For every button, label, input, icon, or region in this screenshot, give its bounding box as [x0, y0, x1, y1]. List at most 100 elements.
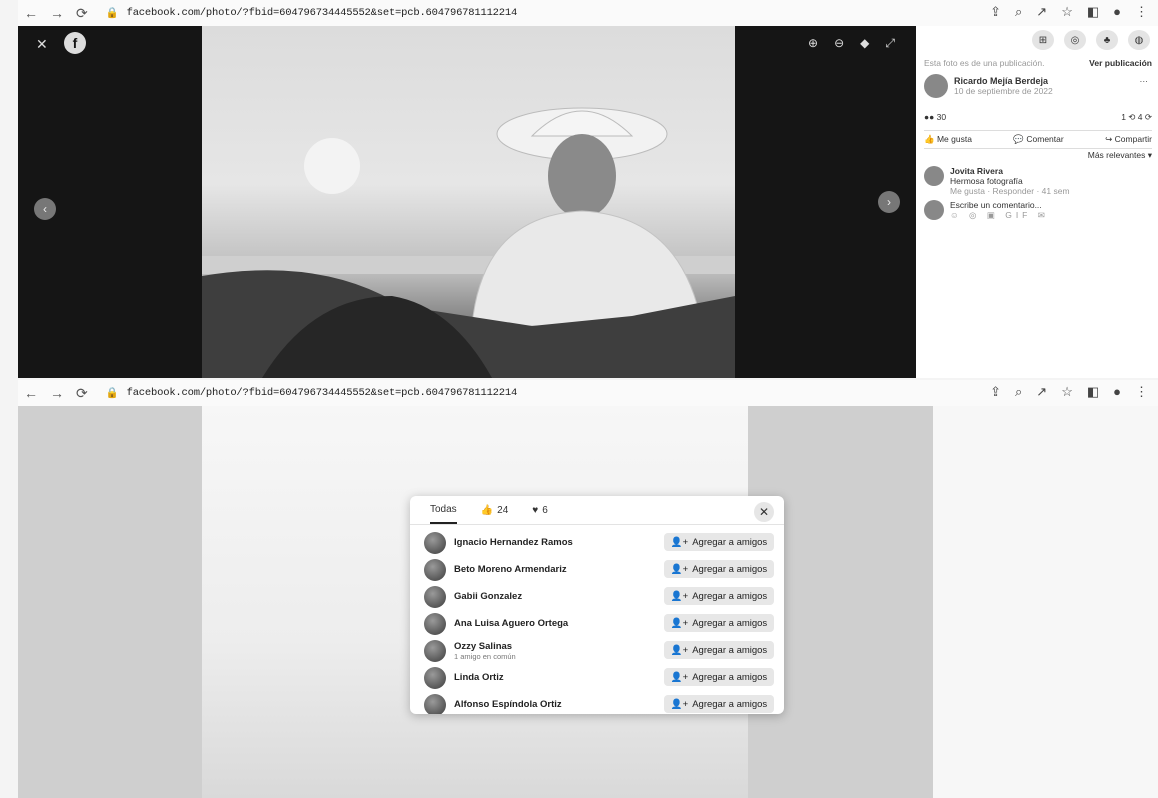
post-photo [202, 26, 735, 378]
share-page-icon[interactable]: ↗ [1036, 384, 1047, 400]
previous-photo-button[interactable]: ‹ [34, 198, 56, 220]
person-name[interactable]: Alfonso Espíndola Ortiz [454, 699, 562, 710]
add-friend-button[interactable]: 👤+ Agregar a amigos [664, 695, 774, 713]
thumbs-up-icon: 👍 [924, 134, 935, 144]
add-friend-label: Agregar a amigos [692, 536, 768, 548]
list-item[interactable]: Ana Luisa Aguero Ortega 👤+ Agregar a amig… [410, 610, 784, 637]
add-friend-label: Agregar a amigos [692, 644, 768, 656]
back-arrow-icon[interactable]: ← [24, 5, 38, 22]
reactions-tabs: Todas 👍 24 ♥ 6 [410, 496, 784, 525]
zoom-in-icon[interactable]: ⊕ [808, 36, 818, 51]
comment-actions[interactable]: Me gusta · Responder · 41 sem [950, 186, 1070, 196]
messenger-icon[interactable]: ◎ [1064, 30, 1086, 50]
person-name[interactable]: Gabii Gonzalez [454, 591, 522, 602]
add-friend-label: Agregar a amigos [692, 698, 768, 710]
author-avatar[interactable] [924, 74, 948, 98]
share-button[interactable]: ↪ Compartir [1105, 134, 1152, 145]
write-comment-input[interactable]: Escribe un comentario... [950, 200, 1120, 210]
share-page-icon[interactable]: ↗ [1036, 4, 1047, 20]
profile-icon[interactable]: ● [1113, 4, 1121, 20]
commenter-avatar[interactable] [924, 166, 944, 186]
person-name[interactable]: Beto Moreno Armendariz [454, 564, 567, 575]
add-friend-button[interactable]: 👤+ Agregar a amigos [664, 560, 774, 578]
menu-kebab-icon[interactable]: ⋮ [1135, 384, 1148, 400]
forward-arrow-icon[interactable]: → [50, 5, 64, 22]
person-name[interactable]: Ozzy Salinas [454, 641, 512, 652]
comment-button[interactable]: 💬 Comentar [1013, 134, 1063, 145]
facebook-logo-icon[interactable]: f [64, 32, 86, 54]
sidebar-icon[interactable]: ◧ [1087, 4, 1099, 20]
add-friend-label: Agregar a amigos [692, 590, 768, 602]
comment-input-icons[interactable]: ☺ ◎ ▣ GIF ✉ [950, 210, 1120, 221]
forward-arrow-icon[interactable]: → [50, 385, 64, 402]
reactions-summary[interactable]: ●● 30 [924, 112, 946, 123]
avatar[interactable] [424, 639, 446, 662]
list-item[interactable]: Alfonso Espíndola Ortiz 👤+ Agregar a amig… [410, 691, 784, 714]
post-notice-text: Esta foto es de una publicación. [924, 58, 1045, 68]
menu-grid-icon[interactable]: ⊞ [1032, 30, 1054, 50]
reaction-icons: ●● [924, 112, 935, 122]
like-reaction-icon: 👍 [480, 504, 494, 516]
post-date[interactable]: 10 de septiembre de 2022 [954, 86, 1053, 96]
add-friend-button[interactable]: 👤+ Agregar a amigos [664, 533, 774, 551]
list-item[interactable]: Ignacio Hernandez Ramos 👤+ Agregar a amig… [410, 529, 784, 556]
tab-all[interactable]: Todas [430, 496, 457, 524]
comment-text: Hermosa fotografía [950, 176, 1023, 186]
commenter-name[interactable]: Jovita Rivera [950, 166, 1070, 176]
zoom-out-icon[interactable]: ⊖ [834, 36, 844, 51]
address-bar-2[interactable]: facebook.com/photo/?fbid=604796734445552… [127, 387, 518, 399]
reload-icon[interactable]: ⟳ [76, 5, 88, 22]
like-label: Me gusta [936, 134, 972, 144]
like-button[interactable]: 👍 Me gusta [924, 134, 972, 145]
love-count: 6 [542, 504, 548, 516]
post-options-icon[interactable]: ··· [1140, 76, 1149, 86]
close-dialog-button[interactable]: ✕ [754, 502, 774, 522]
reload-icon[interactable]: ⟳ [76, 385, 88, 402]
person-name[interactable]: Linda Ortiz [454, 672, 504, 683]
tab-like[interactable]: 👍 24 [481, 496, 509, 524]
dimmed-viewer-left [18, 406, 202, 798]
comments-shares-count[interactable]: 1 ⟲ 4 ⟳ [1121, 112, 1152, 123]
bookmark-star-icon[interactable]: ☆ [1061, 4, 1073, 20]
profile-icon[interactable]: ● [1113, 384, 1121, 400]
sidebar-icon[interactable]: ◧ [1087, 384, 1099, 400]
menu-kebab-icon[interactable]: ⋮ [1135, 4, 1148, 20]
sort-comments-dropdown[interactable]: Más relevantes ▾ [1088, 150, 1152, 161]
fullscreen-icon[interactable]: ⤢ [885, 36, 895, 51]
next-photo-button[interactable]: › [878, 191, 900, 213]
close-icon: ✕ [758, 505, 770, 519]
zoom-icon[interactable]: ⌕ [1015, 4, 1022, 20]
share-icon[interactable]: ⇪ [990, 384, 1001, 400]
zoom-icon[interactable]: ⌕ [1015, 384, 1022, 400]
avatar[interactable] [424, 585, 446, 608]
list-item[interactable]: Gabii Gonzalez 👤+ Agregar a amigos [410, 583, 784, 610]
add-friend-button[interactable]: 👤+ Agregar a amigos [664, 668, 774, 686]
reactions-dialog: Todas 👍 24 ♥ 6 ✕ Ignacio Hernandez Ramos 👤… [410, 496, 784, 714]
account-avatar-icon[interactable]: ◍ [1128, 30, 1150, 50]
add-friend-button[interactable]: 👤+ Agregar a amigos [664, 587, 774, 605]
list-item[interactable]: Ozzy Salinas 1 amigo en común 👤+ Agregar a… [410, 637, 784, 664]
person-name[interactable]: Ana Luisa Aguero Ortega [454, 618, 568, 629]
add-friend-button[interactable]: 👤+ Agregar a amigos [664, 641, 774, 659]
author-name[interactable]: Ricardo Mejía Berdeja [954, 76, 1053, 86]
love-reaction-icon: ♥ [532, 504, 539, 516]
bookmark-star-icon[interactable]: ☆ [1061, 384, 1073, 400]
add-friend-button[interactable]: 👤+ Agregar a amigos [664, 614, 774, 632]
address-bar[interactable]: facebook.com/photo/?fbid=604796734445552… [127, 7, 518, 19]
notifications-bell-icon[interactable]: ♣ [1096, 30, 1118, 50]
list-item[interactable]: Beto Moreno Armendariz 👤+ Agregar a amigo… [410, 556, 784, 583]
tab-love[interactable]: ♥ 6 [532, 496, 548, 524]
back-arrow-icon[interactable]: ← [24, 385, 38, 402]
close-viewer-icon[interactable]: ✕ [36, 36, 48, 53]
avatar[interactable] [424, 612, 446, 635]
avatar[interactable] [424, 531, 446, 554]
share-icon[interactable]: ⇪ [990, 4, 1001, 20]
avatar[interactable] [424, 693, 446, 714]
person-name[interactable]: Ignacio Hernandez Ramos [454, 537, 573, 548]
tag-icon[interactable]: ◆ [860, 36, 869, 51]
avatar[interactable] [424, 666, 446, 689]
add-friend-icon: 👤+ [670, 536, 689, 548]
avatar[interactable] [424, 558, 446, 581]
list-item[interactable]: Linda Ortiz 👤+ Agregar a amigos [410, 664, 784, 691]
view-post-link[interactable]: Ver publicación [1089, 58, 1152, 68]
